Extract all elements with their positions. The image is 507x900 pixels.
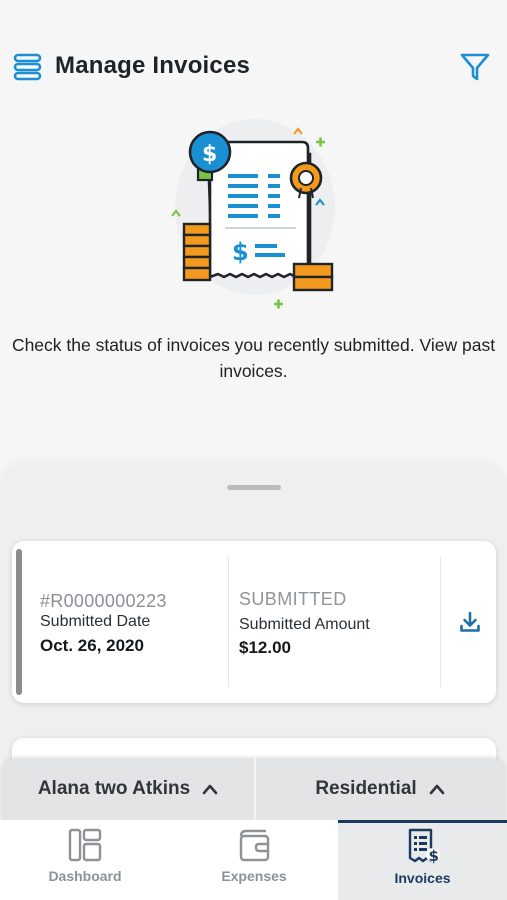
person-selector[interactable]: Alana two Atkins	[2, 758, 254, 820]
column-divider	[228, 557, 229, 687]
tab-dashboard[interactable]: Dashboard	[0, 820, 170, 900]
status-badge: SUBMITTED	[239, 589, 347, 609]
page-description: Check the status of invoices you recentl…	[11, 335, 496, 381]
stack-menu-icon[interactable]	[12, 50, 44, 82]
submitted-date-label: Submitted Date	[40, 613, 151, 630]
tab-invoices[interactable]: $ Invoices	[338, 820, 507, 900]
filter-icon[interactable]	[458, 50, 492, 84]
svg-text:$: $	[428, 847, 438, 865]
svg-text:$: $	[232, 238, 249, 266]
column-divider	[440, 557, 441, 687]
tab-label: Invoices	[394, 870, 451, 886]
page-title: Manage Invoices	[55, 52, 251, 79]
download-icon[interactable]	[458, 610, 482, 634]
tab-expenses[interactable]: Expenses	[170, 820, 338, 900]
tab-label: Dashboard	[48, 868, 122, 884]
invoice-card[interactable]: #R0000000223 Submitted Date Oct. 26, 202…	[12, 541, 496, 703]
property-type-label: Residential	[315, 778, 417, 799]
submitted-date-value: Oct. 26, 2020	[40, 636, 144, 655]
property-type-selector[interactable]: Residential	[255, 758, 505, 820]
app-header: Manage Invoices	[0, 40, 507, 96]
filter-selector-bar: Alana two Atkins Residential	[2, 758, 505, 820]
tab-label: Expenses	[221, 868, 287, 884]
submitted-amount-value: $12.00	[239, 638, 291, 657]
svg-text:$: $	[202, 142, 217, 167]
submitted-amount-label: Submitted Amount	[239, 616, 370, 633]
chevron-up-icon	[429, 784, 444, 795]
sheet-drag-handle[interactable]	[227, 485, 281, 490]
person-selector-label: Alana two Atkins	[37, 778, 191, 799]
dashboard-icon	[68, 828, 102, 862]
bottom-tab-bar: Dashboard Expenses $ Invoices	[0, 820, 507, 900]
chevron-up-icon	[202, 784, 218, 795]
wallet-icon	[239, 829, 270, 862]
invoice-dollar-icon: $	[408, 828, 440, 865]
status-bar	[16, 549, 22, 695]
invoice-receipt-illustration: $ $	[171, 119, 335, 309]
invoice-number: #R0000000223	[40, 591, 167, 611]
